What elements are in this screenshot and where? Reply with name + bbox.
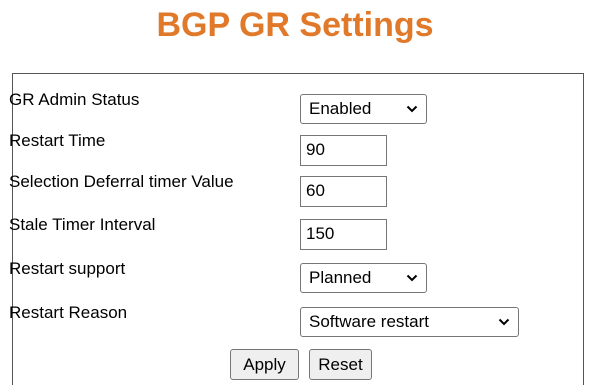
row-restart-support: Restart support Planned [9,259,559,295]
restart-support-label: Restart support [9,259,126,278]
stale-timer-input[interactable]: 150 [300,219,387,250]
chevron-down-icon [406,105,418,113]
stale-timer-label: Stale Timer Interval [9,215,156,234]
gr-admin-status-label: GR Admin Status [9,90,140,109]
restart-reason-label: Restart Reason [9,303,128,322]
restart-reason-select[interactable]: Software restart [300,307,519,337]
page-title: BGP GR Settings [156,6,434,44]
chevron-down-icon [498,318,510,326]
row-gr-admin-status: GR Admin Status Enabled [9,90,559,126]
reset-button[interactable]: Reset [309,349,372,380]
restart-support-value: Planned [309,268,372,287]
restart-time-label: Restart Time [9,131,106,150]
selection-deferral-label: Selection Deferral timer Value [9,172,234,191]
gr-admin-status-select[interactable]: Enabled [300,94,427,124]
row-selection-deferral: Selection Deferral timer Value 60 [9,172,559,208]
row-restart-time: Restart Time 90 [9,131,559,167]
row-restart-reason: Restart Reason Software restart [9,303,559,339]
gr-admin-status-value: Enabled [309,99,372,118]
chevron-down-icon [406,274,418,282]
apply-button[interactable]: Apply [230,349,299,380]
selection-deferral-input[interactable]: 60 [300,176,387,207]
restart-reason-value: Software restart [309,312,429,331]
restart-support-select[interactable]: Planned [300,263,427,293]
row-stale-timer: Stale Timer Interval 150 [9,215,559,251]
restart-time-input[interactable]: 90 [300,135,387,166]
